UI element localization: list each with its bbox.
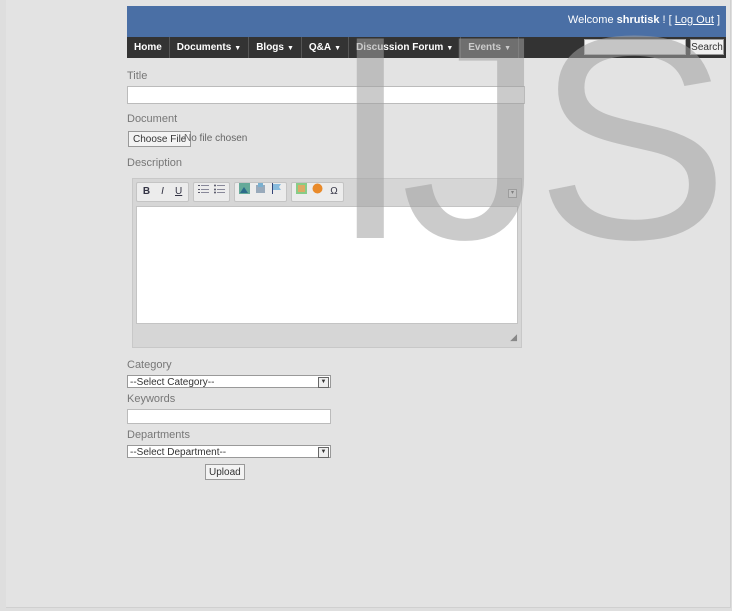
table-icon[interactable] bbox=[295, 183, 308, 201]
chevron-down-icon: ▼ bbox=[318, 377, 329, 388]
underline-button[interactable]: U bbox=[172, 183, 185, 201]
nav-item-home[interactable]: Home bbox=[127, 37, 170, 58]
choose-file-button[interactable]: Choose File bbox=[128, 131, 192, 147]
top-header-bar: Welcome shrutisk ! [ Log Out ] bbox=[127, 6, 726, 37]
format-group: B I U bbox=[136, 182, 190, 202]
nav-item-q-a[interactable]: Q&A ▼ bbox=[302, 37, 350, 58]
username: shrutisk bbox=[616, 14, 660, 26]
emoticon-icon[interactable] bbox=[311, 183, 324, 201]
description-label: Description bbox=[127, 157, 183, 169]
logout-link[interactable]: Log Out bbox=[675, 14, 714, 26]
chevron-down-icon: ▼ bbox=[318, 447, 329, 458]
editor-text-area[interactable] bbox=[136, 206, 518, 324]
caret-down-icon: ▼ bbox=[234, 45, 242, 52]
unordered-list-icon[interactable] bbox=[213, 183, 226, 201]
nav-item-label: Discussion Forum bbox=[356, 42, 444, 53]
nav-item-discussion-forum[interactable]: Discussion Forum ▼ bbox=[349, 37, 462, 58]
nav-item-label: Events bbox=[468, 42, 502, 53]
caret-down-icon: ▼ bbox=[286, 45, 294, 52]
editor-expand-icon[interactable]: ▾ bbox=[508, 189, 517, 198]
nav-item-label: Home bbox=[134, 42, 162, 53]
nav-item-label: Q&A bbox=[308, 42, 332, 53]
title-label: Title bbox=[127, 70, 148, 82]
category-label: Category bbox=[127, 359, 172, 371]
caret-down-icon: ▼ bbox=[334, 45, 342, 52]
caret-down-icon: ▼ bbox=[504, 45, 511, 52]
title-input[interactable] bbox=[127, 86, 525, 104]
resize-grip-icon[interactable]: ◢ bbox=[510, 332, 517, 343]
caret-down-icon: ▼ bbox=[446, 45, 454, 52]
list-group bbox=[193, 182, 231, 202]
category-select[interactable]: --Select Category-- ▼ bbox=[127, 375, 331, 388]
ordered-list-icon[interactable] bbox=[197, 183, 210, 201]
upload-button[interactable]: Upload bbox=[205, 464, 245, 480]
welcome-prefix: Welcome bbox=[567, 14, 614, 26]
bold-button[interactable]: B bbox=[140, 183, 153, 201]
nav-item-events[interactable]: Events ▼ bbox=[461, 37, 519, 58]
departments-label: Departments bbox=[127, 429, 190, 441]
keywords-input[interactable] bbox=[127, 409, 331, 424]
nav-item-documents[interactable]: Documents ▼ bbox=[170, 37, 250, 58]
department-selected-value: --Select Department-- bbox=[130, 447, 227, 458]
editor-toolbar: B I U Ω bbox=[136, 182, 516, 202]
category-selected-value: --Select Category-- bbox=[130, 377, 215, 388]
search-input[interactable] bbox=[584, 39, 686, 55]
insert-image-icon[interactable] bbox=[238, 183, 251, 201]
link-icon[interactable] bbox=[254, 183, 267, 201]
search-button[interactable]: Search bbox=[690, 39, 724, 55]
welcome-suffix: ! [ bbox=[662, 14, 672, 26]
nav-item-label: Blogs bbox=[256, 42, 284, 53]
main-nav: Home Documents ▼ Blogs ▼ Q&A ▼ Discussion Forum… bbox=[127, 37, 726, 58]
nav-item-blogs[interactable]: Blogs ▼ bbox=[249, 37, 302, 58]
rich-text-editor: B I U Ω ▾ ◢ bbox=[132, 178, 522, 348]
italic-button[interactable]: I bbox=[156, 183, 169, 201]
extras-group: Ω bbox=[291, 182, 345, 202]
department-select[interactable]: --Select Department-- ▼ bbox=[127, 445, 331, 458]
keywords-label: Keywords bbox=[127, 393, 176, 405]
anchor-flag-icon[interactable] bbox=[270, 183, 283, 201]
special-character-icon[interactable]: Ω bbox=[327, 183, 340, 201]
insert-group bbox=[234, 182, 288, 202]
nav-item-label: Documents bbox=[176, 42, 232, 53]
bracket-close: ] bbox=[716, 14, 720, 26]
welcome-message: Welcome shrutisk ! [ Log Out ] bbox=[568, 14, 720, 26]
no-file-chosen-text: No file chosen bbox=[184, 133, 248, 144]
document-label: Document bbox=[127, 113, 178, 125]
